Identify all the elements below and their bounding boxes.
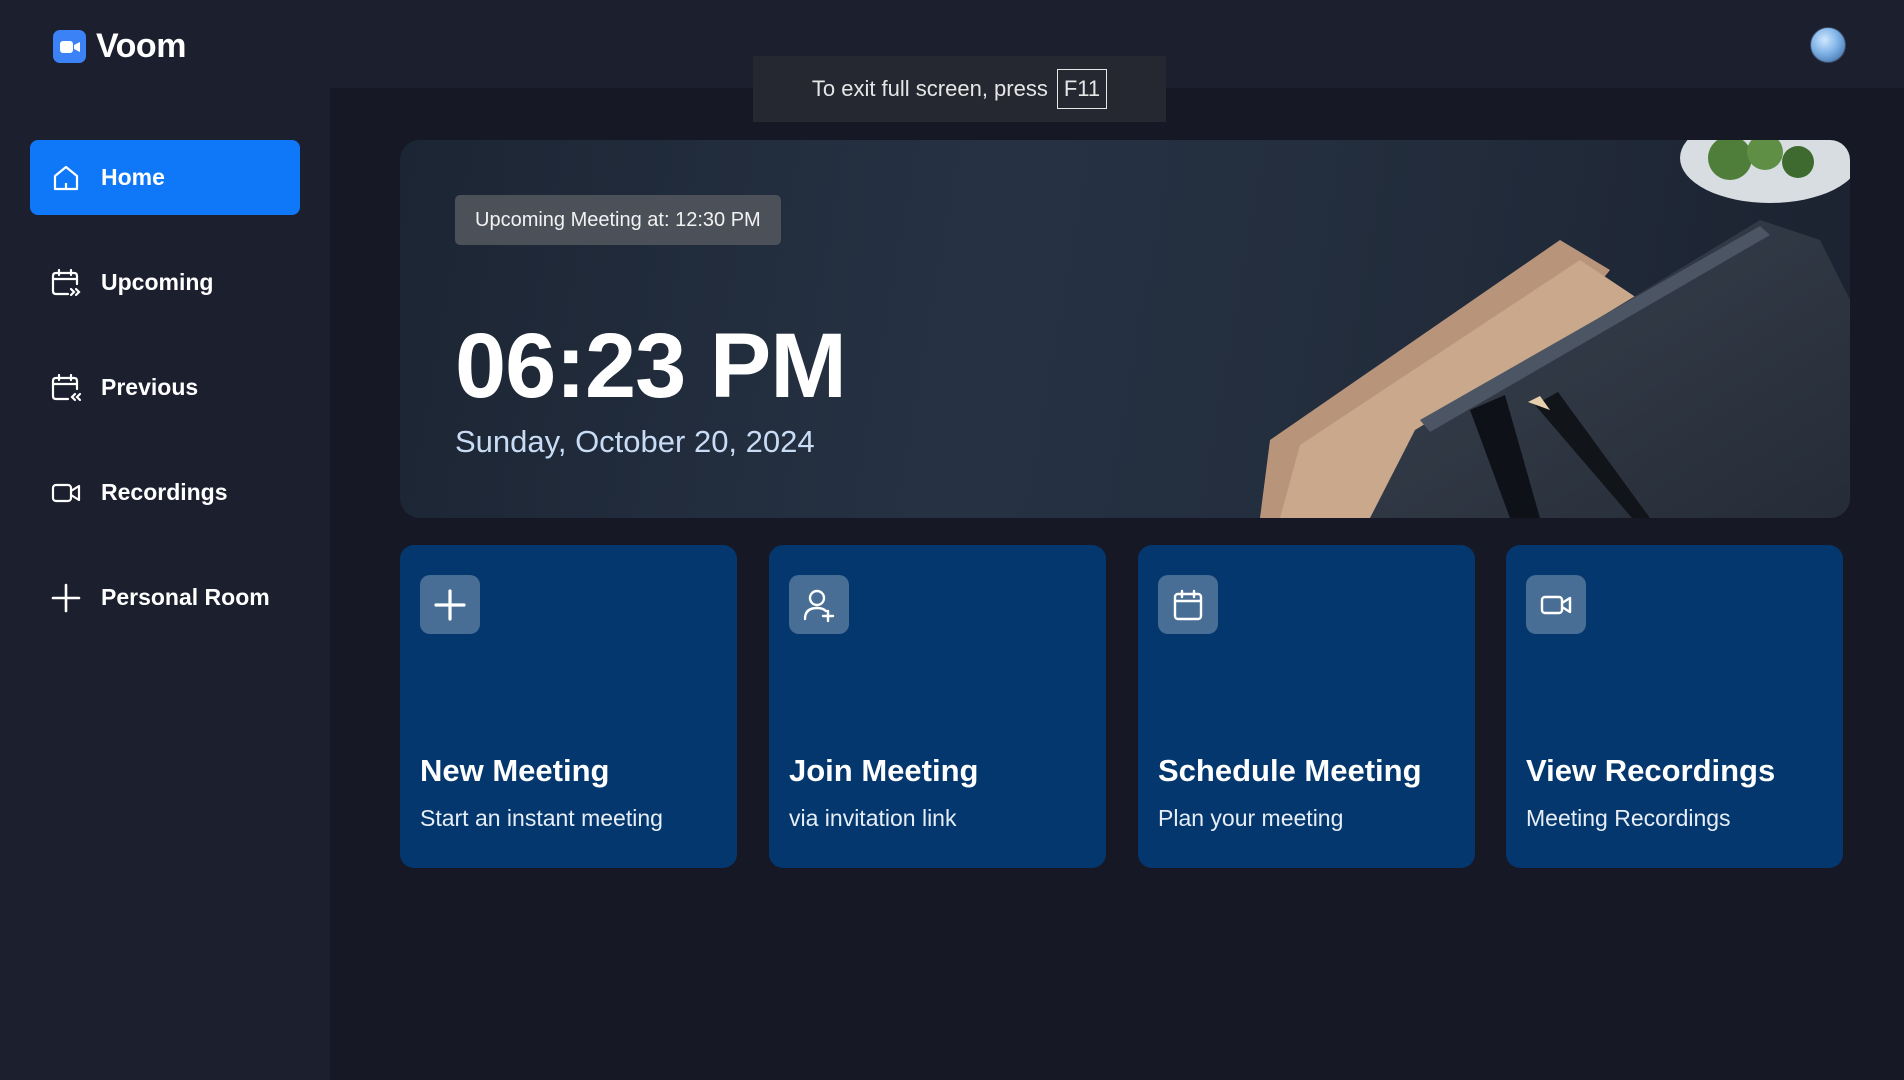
sidebar-item-upcoming[interactable]: Upcoming bbox=[30, 245, 300, 320]
card-title: Join Meeting bbox=[789, 753, 979, 788]
sidebar-item-recordings[interactable]: Recordings bbox=[30, 455, 300, 530]
sidebar-item-previous[interactable]: Previous bbox=[30, 350, 300, 425]
sidebar-item-home[interactable]: Home bbox=[30, 140, 300, 215]
f11-key-hint: F11 bbox=[1056, 69, 1108, 109]
card-title: Schedule Meeting bbox=[1158, 753, 1422, 788]
sidebar: Home Upcoming Previous Recordings Person… bbox=[0, 88, 330, 1080]
calendar-back-icon bbox=[49, 371, 83, 405]
card-subtitle: Meeting Recordings bbox=[1526, 805, 1731, 831]
view-recordings-card[interactable]: View Recordings Meeting Recordings bbox=[1506, 545, 1843, 868]
calendar-icon bbox=[1158, 575, 1218, 634]
fullscreen-exit-toast: To exit full screen, press F11 bbox=[753, 56, 1166, 122]
card-subtitle: Plan your meeting bbox=[1158, 805, 1344, 831]
video-icon bbox=[1526, 575, 1586, 634]
new-meeting-card[interactable]: New Meeting Start an instant meeting bbox=[400, 545, 737, 868]
sidebar-item-label: Upcoming bbox=[101, 269, 214, 295]
app-logo[interactable]: Voom bbox=[53, 27, 186, 66]
hero-banner: Upcoming Meeting at: 12:30 PM 06:23 PM S… bbox=[400, 140, 1850, 518]
sidebar-item-label: Recordings bbox=[101, 479, 228, 505]
sidebar-item-label: Previous bbox=[101, 374, 199, 400]
card-title: New Meeting bbox=[420, 753, 610, 788]
plus-icon bbox=[49, 581, 83, 615]
user-avatar[interactable] bbox=[1810, 27, 1846, 63]
fullscreen-toast-text: To exit full screen, press bbox=[811, 76, 1048, 101]
sidebar-item-personal-room[interactable]: Personal Room bbox=[30, 560, 300, 635]
card-subtitle: Start an instant meeting bbox=[420, 805, 663, 831]
calendar-forward-icon bbox=[49, 266, 83, 300]
voom-logo-icon bbox=[53, 30, 86, 63]
card-title: View Recordings bbox=[1526, 753, 1776, 788]
app-name: Voom bbox=[96, 27, 186, 65]
card-subtitle: via invitation link bbox=[789, 805, 957, 831]
sidebar-item-label: Personal Room bbox=[101, 584, 270, 610]
sidebar-item-label: Home bbox=[101, 164, 165, 190]
upcoming-meeting-badge: Upcoming Meeting at: 12:30 PM bbox=[455, 195, 781, 245]
plus-icon bbox=[420, 575, 480, 634]
current-date: Sunday, October 20, 2024 bbox=[455, 424, 815, 459]
current-time: 06:23 PM bbox=[455, 315, 847, 417]
home-icon bbox=[49, 161, 83, 195]
video-icon bbox=[49, 476, 83, 510]
join-meeting-card[interactable]: Join Meeting via invitation link bbox=[769, 545, 1106, 868]
schedule-meeting-card[interactable]: Schedule Meeting Plan your meeting bbox=[1138, 545, 1475, 868]
user-plus-icon bbox=[789, 575, 849, 634]
